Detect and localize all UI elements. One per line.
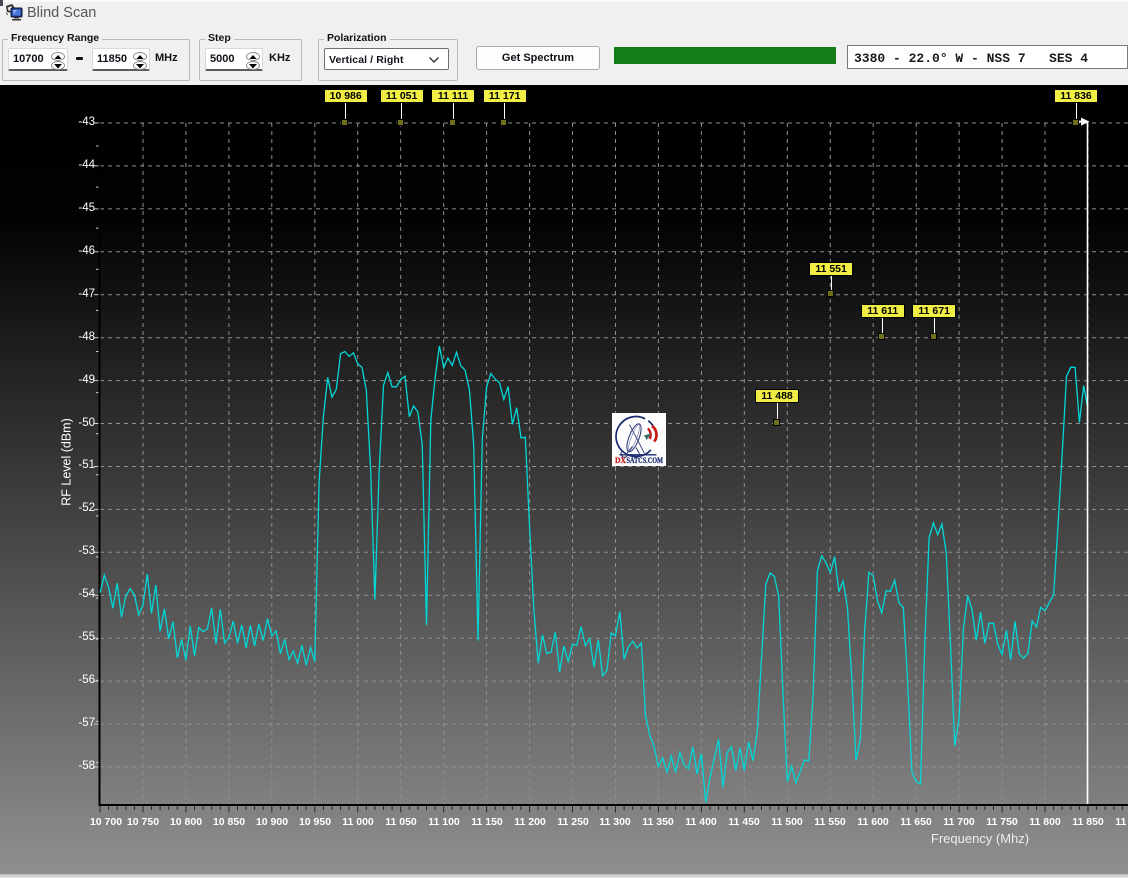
svg-text:DX: DX (615, 456, 626, 465)
svg-text:SATCS.COM: SATCS.COM (627, 456, 664, 465)
